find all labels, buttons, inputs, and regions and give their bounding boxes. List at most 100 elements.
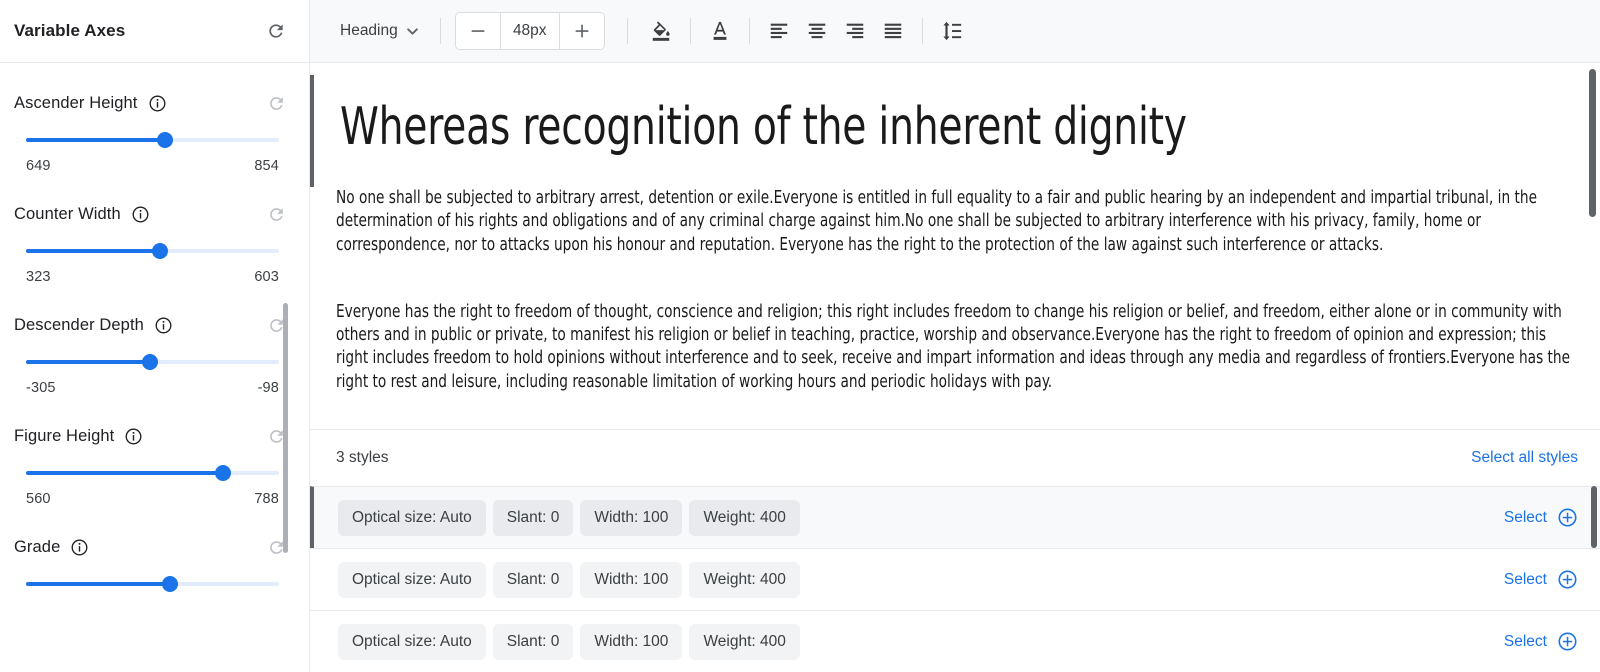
axis-label: Counter Width [14, 205, 121, 224]
slider-min-value: 560 [26, 491, 51, 507]
select-all-styles-button[interactable]: Select all styles [1471, 449, 1578, 467]
formatting-toolbar: Heading 48px [310, 0, 1600, 63]
align-left-button[interactable] [760, 12, 798, 50]
slider-thumb[interactable] [215, 465, 231, 481]
axis-slider-wrap: 649 854 [14, 120, 291, 174]
text-style-label: Heading [340, 22, 398, 40]
fill-color-button[interactable] [642, 12, 680, 50]
axis-header: Descender Depth [14, 308, 291, 342]
axis-slider[interactable] [26, 132, 279, 148]
slider-max-value: 854 [254, 158, 279, 174]
info-icon[interactable] [148, 94, 167, 113]
align-center-button[interactable] [798, 12, 836, 50]
slider-max-value: 788 [254, 491, 279, 507]
style-row[interactable]: Optical size: Auto Slant: 0 Width: 100 W… [310, 486, 1600, 548]
add-circle-icon [1557, 507, 1578, 528]
text-color-icon [709, 20, 731, 42]
sidebar-scrollbar[interactable] [283, 303, 288, 553]
align-right-icon [844, 20, 866, 42]
decrease-font-size-button[interactable] [456, 13, 500, 49]
select-style-control[interactable]: Select [1504, 631, 1578, 652]
line-spacing-button[interactable] [933, 12, 971, 50]
style-chip-slant: Slant: 0 [493, 562, 574, 598]
align-justify-button[interactable] [874, 12, 912, 50]
styles-list-scrollbar[interactable] [1591, 486, 1597, 548]
font-size-value[interactable]: 48px [500, 13, 560, 49]
slider-thumb[interactable] [157, 132, 173, 148]
axis-label: Ascender Height [14, 94, 138, 113]
toolbar-divider [627, 18, 628, 44]
info-icon[interactable] [131, 205, 150, 224]
variable-axes-sidebar: Variable Axes Ascender Height [0, 0, 310, 672]
slider-fill [26, 249, 160, 253]
axis-label: Figure Height [14, 427, 114, 446]
style-chip-optical-size: Optical size: Auto [338, 500, 486, 536]
heading-block[interactable]: Whereas recognition of the inherent dign… [310, 75, 1600, 187]
style-chip-weight: Weight: 400 [689, 562, 799, 598]
style-chip-width: Width: 100 [580, 562, 682, 598]
line-spacing-icon [941, 20, 963, 42]
axis-item-ascender-height: Ascender Height [14, 86, 291, 174]
style-chip-weight: Weight: 400 [689, 624, 799, 660]
text-color-button[interactable] [701, 12, 739, 50]
text-style-dropdown[interactable]: Heading [332, 14, 426, 48]
axis-slider[interactable] [26, 354, 279, 370]
minus-icon [470, 23, 486, 39]
select-style-control[interactable]: Select [1504, 569, 1578, 590]
slider-thumb[interactable] [162, 576, 178, 592]
toolbar-divider [749, 18, 750, 44]
refresh-icon [267, 94, 286, 113]
axis-slider[interactable] [26, 576, 279, 592]
axis-item-descender-depth: Descender Depth [14, 308, 291, 396]
style-chips: Optical size: Auto Slant: 0 Width: 100 W… [314, 562, 800, 598]
align-left-icon [768, 20, 790, 42]
styles-count-label: 3 styles [336, 449, 389, 467]
info-icon[interactable] [154, 316, 173, 335]
axis-item-grade: Grade [14, 530, 291, 592]
slider-min-value: 323 [26, 269, 51, 285]
slider-range: 649 854 [26, 148, 279, 174]
refresh-icon [266, 21, 286, 41]
reset-axis-button[interactable] [261, 88, 291, 118]
style-row[interactable]: Optical size: Auto Slant: 0 Width: 100 W… [310, 548, 1600, 610]
style-chip-width: Width: 100 [580, 624, 682, 660]
preview-scrollbar[interactable] [1589, 69, 1596, 217]
slider-max-value: 603 [254, 269, 279, 285]
axis-header: Counter Width [14, 197, 291, 231]
style-chip-weight: Weight: 400 [689, 500, 799, 536]
axis-label: Grade [14, 538, 60, 557]
style-row[interactable]: Optical size: Auto Slant: 0 Width: 100 W… [310, 610, 1600, 672]
body-block[interactable]: No one shall be subjected to arbitrary a… [310, 187, 1600, 394]
text-preview-area: Whereas recognition of the inherent dign… [310, 63, 1600, 429]
axis-header: Ascender Height [14, 86, 291, 120]
select-style-control[interactable]: Select [1504, 507, 1578, 528]
select-style-label: Select [1504, 633, 1547, 651]
axis-item-counter-width: Counter Width [14, 197, 291, 285]
slider-min-value: -305 [26, 380, 56, 396]
slider-range: 323 603 [26, 259, 279, 285]
increase-font-size-button[interactable] [560, 13, 604, 49]
axis-slider[interactable] [26, 465, 279, 481]
styles-header: 3 styles Select all styles [310, 430, 1600, 486]
axis-slider[interactable] [26, 243, 279, 259]
page-title: Variable Axes [14, 21, 125, 41]
axis-slider-wrap [14, 564, 291, 592]
align-justify-icon [882, 20, 904, 42]
align-right-button[interactable] [836, 12, 874, 50]
toolbar-divider [440, 18, 441, 44]
slider-thumb[interactable] [152, 243, 168, 259]
axes-list: Ascender Height [0, 86, 309, 592]
chevron-down-icon [407, 28, 418, 35]
select-style-label: Select [1504, 571, 1547, 589]
slider-thumb[interactable] [142, 354, 158, 370]
preview-paragraph-2: Everyone has the right to freedom of tho… [336, 301, 1575, 394]
info-icon[interactable] [124, 427, 143, 446]
add-circle-icon [1557, 569, 1578, 590]
reset-all-axes-button[interactable] [261, 16, 291, 46]
style-chip-optical-size: Optical size: Auto [338, 624, 486, 660]
app-root: Variable Axes Ascender Height [0, 0, 1600, 672]
reset-axis-button[interactable] [261, 199, 291, 229]
info-icon[interactable] [70, 538, 89, 557]
style-chip-width: Width: 100 [580, 500, 682, 536]
styles-section: 3 styles Select all styles Optical size:… [310, 429, 1600, 672]
